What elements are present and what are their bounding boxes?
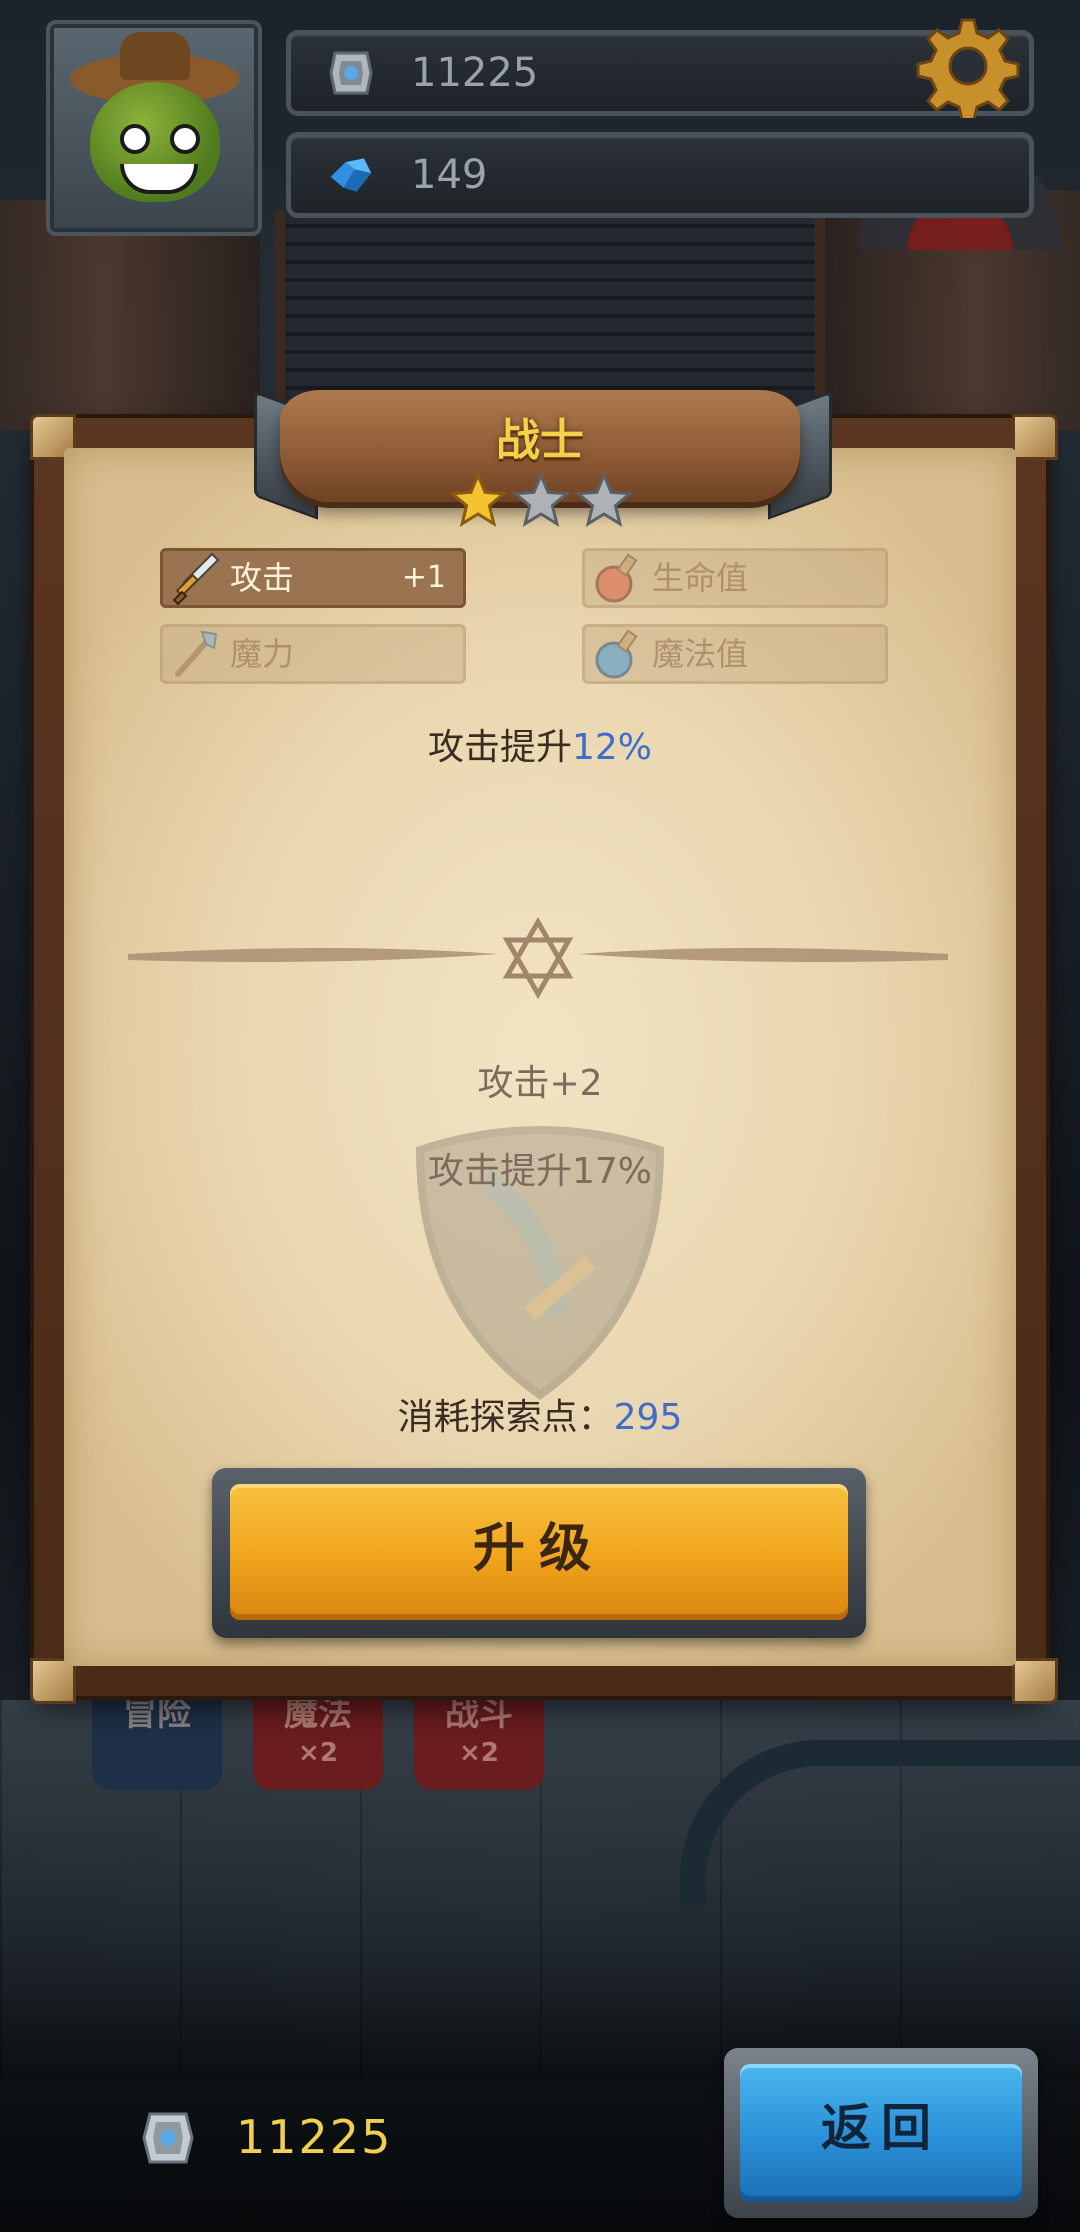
stat-label: 魔法值 xyxy=(652,635,749,673)
gem-value: 149 xyxy=(411,152,488,198)
class-title: 战士 xyxy=(496,415,584,466)
stat-label: 生命值 xyxy=(652,559,749,597)
stat-health[interactable]: 生命值 xyxy=(582,548,888,608)
gem-bar: 149 xyxy=(286,132,1034,218)
stat-mana[interactable]: 魔法值 xyxy=(582,624,888,684)
banner-label: 战斗 xyxy=(445,1694,513,1734)
blue-potion-icon xyxy=(595,629,638,679)
gear-icon[interactable] xyxy=(916,14,1020,118)
banner-magic: 魔法 ×2 xyxy=(253,1690,383,1790)
current-bonus-label: 攻击提升 xyxy=(427,727,572,768)
silver-token-icon xyxy=(329,51,373,95)
upgrade-button[interactable]: 升级 xyxy=(212,1468,866,1638)
cost-label: 消耗探索点： xyxy=(397,1397,614,1438)
silver-token-icon xyxy=(142,2112,194,2164)
upgrade-button-label: 升级 xyxy=(472,1520,605,1578)
banner-battle: 战斗 ×2 xyxy=(414,1690,544,1790)
panel-corner xyxy=(1012,414,1058,460)
next-attack: 攻击+2 xyxy=(477,1063,603,1104)
banner-label: 冒险 xyxy=(123,1694,191,1734)
blue-crystal-icon xyxy=(330,158,372,192)
cost-value: 295 xyxy=(613,1397,683,1438)
avatar-hat-crown xyxy=(120,32,190,80)
stat-attack[interactable]: 攻击 +1 xyxy=(160,548,466,608)
banner-multiplier: ×2 xyxy=(459,1738,499,1768)
stat-label: 攻击 xyxy=(230,559,295,597)
current-bonus-value: 12% xyxy=(572,727,653,768)
stat-magic-power[interactable]: 魔力 xyxy=(160,624,466,684)
back-button[interactable]: 返回 xyxy=(724,2048,1038,2218)
hose xyxy=(680,1740,1080,1906)
avatar-eye-right xyxy=(170,124,200,154)
star-empty-icon xyxy=(574,471,634,528)
bottom-currency-value: 11225 xyxy=(236,2110,393,2164)
currency-value: 11225 xyxy=(411,50,539,96)
current-bonus: 攻击提升12% xyxy=(64,718,1016,770)
staff-icon xyxy=(175,630,218,677)
ornament-divider xyxy=(128,916,948,1000)
sword-icon xyxy=(172,552,220,606)
banner-multiplier: ×2 xyxy=(298,1738,338,1768)
stat-value: +1 xyxy=(401,560,446,595)
banner-label: 魔法 xyxy=(284,1694,352,1734)
panel-corner xyxy=(1012,1658,1058,1704)
star-empty-icon xyxy=(511,471,571,528)
player-avatar[interactable] xyxy=(46,20,262,236)
red-potion-icon xyxy=(595,553,638,603)
star-rating xyxy=(448,471,634,528)
next-bonus: 攻击提升17% xyxy=(427,1151,653,1192)
upgrade-cost: 消耗探索点：295 xyxy=(64,1388,1016,1440)
stat-label: 魔力 xyxy=(230,635,295,673)
banner-adventure: 冒险 xyxy=(92,1690,222,1790)
back-button-label: 返回 xyxy=(821,2100,941,2156)
star-filled-icon xyxy=(448,471,508,528)
avatar-eye-left xyxy=(120,124,150,154)
